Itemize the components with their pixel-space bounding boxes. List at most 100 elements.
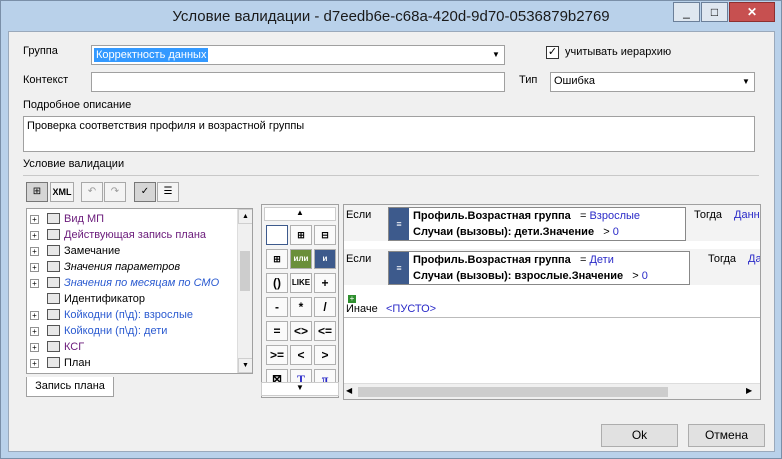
table-icon bbox=[47, 357, 60, 368]
tree-item[interactable]: Идентификатор bbox=[27, 291, 239, 307]
operator-button[interactable]: < bbox=[290, 345, 312, 365]
type-combobox[interactable]: Ошибка ▼ bbox=[550, 72, 755, 92]
list-icon[interactable]: ☰ bbox=[157, 182, 179, 202]
context-input[interactable] bbox=[91, 72, 505, 92]
condition-block-icon[interactable] bbox=[266, 225, 288, 245]
operator-button[interactable]: <> bbox=[290, 321, 312, 341]
description-textarea[interactable]: Проверка соответствия профиля и возрастн… bbox=[23, 116, 755, 152]
operator-button[interactable]: <= bbox=[314, 321, 336, 341]
operator-button[interactable]: + bbox=[314, 273, 336, 293]
tree-item[interactable]: + Значения по месяцам по СМО bbox=[27, 275, 239, 291]
table-icon bbox=[47, 213, 60, 224]
window-title: Условие валидации - d7eedb6e-c68a-420d-9… bbox=[172, 8, 610, 25]
expand-icon[interactable]: + bbox=[30, 359, 39, 368]
title-bar[interactable]: Условие валидации - d7eedb6e-c68a-420d-9… bbox=[1, 1, 781, 31]
chevron-down-icon[interactable]: ▼ bbox=[488, 46, 504, 64]
then-value[interactable]: Данн bbox=[734, 209, 760, 221]
check-syntax-icon[interactable]: ✓ bbox=[134, 182, 156, 202]
and-button[interactable]: и bbox=[314, 249, 336, 269]
condition-line[interactable]: Профиль.Возрастная группа = Дети bbox=[413, 252, 614, 268]
condition-block[interactable]: ≡ Профиль.Возрастная группа = Дети Случаи … bbox=[388, 251, 690, 285]
scroll-thumb[interactable] bbox=[358, 387, 668, 397]
operator-button[interactable]: > bbox=[314, 345, 336, 365]
hierarchy-checkbox[interactable]: ✓ bbox=[546, 46, 559, 59]
expand-icon[interactable]: + bbox=[30, 327, 39, 336]
ok-button[interactable]: Ok bbox=[601, 424, 678, 447]
tree-item[interactable]: + КСГ bbox=[27, 339, 239, 355]
condition-line[interactable]: Случаи (вызовы): дети.Значение > 0 bbox=[413, 224, 619, 240]
tree-item[interactable]: + Вид МП bbox=[27, 211, 239, 227]
tree-item[interactable]: + Действующая запись плана bbox=[27, 227, 239, 243]
tree-item[interactable]: + Койкодни (п\д): взрослые bbox=[27, 307, 239, 323]
operator-button[interactable]: / bbox=[314, 297, 336, 317]
maximize-button[interactable]: □ bbox=[701, 2, 728, 22]
scroll-down-icon[interactable]: ▼ bbox=[238, 358, 252, 373]
tree-item[interactable]: + План bbox=[27, 355, 239, 371]
scroll-up-icon[interactable]: ▲ bbox=[238, 209, 252, 224]
undo-icon[interactable]: ↶ bbox=[81, 182, 103, 202]
palette-scroll-down-icon[interactable]: ▼ bbox=[261, 382, 339, 396]
close-button[interactable]: ✕ bbox=[729, 2, 775, 22]
expand-icon[interactable]: + bbox=[30, 247, 39, 256]
description-text: Проверка соответствия профиля и возрастн… bbox=[27, 120, 305, 132]
tree-item[interactable]: + Значения параметров bbox=[27, 259, 239, 275]
redo-icon[interactable]: ↷ bbox=[104, 182, 126, 202]
tree-item-label: КСГ bbox=[64, 341, 85, 353]
add-rule-icon[interactable]: + bbox=[348, 295, 356, 303]
chevron-down-icon[interactable]: ▼ bbox=[738, 73, 754, 91]
minimize-button[interactable]: _ bbox=[673, 2, 700, 22]
condition-editor[interactable]: Если ≡ Профиль.Возрастная группа = Взрослы… bbox=[343, 204, 761, 400]
table-icon bbox=[47, 325, 60, 336]
scroll-right-icon[interactable]: ▶ bbox=[746, 386, 752, 395]
expand-icon[interactable]: + bbox=[30, 231, 39, 240]
field-ref: Случаи (вызовы): взрослые.Значение bbox=[413, 270, 624, 282]
condition-line[interactable]: Случаи (вызовы): взрослые.Значение > 0 bbox=[413, 268, 648, 284]
scroll-thumb[interactable] bbox=[240, 251, 250, 291]
scroll-left-icon[interactable]: ◀ bbox=[346, 386, 352, 395]
insert-func-icon[interactable]: ⊞ bbox=[266, 249, 288, 269]
condition-block[interactable]: ≡ Профиль.Возрастная группа = Взрослые Слу… bbox=[388, 207, 686, 241]
group-value: Корректность данных bbox=[94, 48, 209, 62]
xml-button[interactable]: XML bbox=[50, 182, 74, 202]
operator-button[interactable]: >= bbox=[266, 345, 288, 365]
dialog-body: Группа Корректность данных ▼ ✓ учитывать… bbox=[8, 31, 775, 452]
expand-icon[interactable]: + bbox=[30, 279, 39, 288]
expand-icon[interactable]: + bbox=[30, 263, 39, 272]
condition-line[interactable]: Профиль.Возрастная группа = Взрослые bbox=[413, 208, 640, 224]
palette-scroll-up-icon[interactable]: ▲ bbox=[264, 207, 336, 221]
table-icon bbox=[47, 229, 60, 240]
group-label: Группа bbox=[23, 45, 58, 57]
then-label: Тогда bbox=[708, 253, 737, 265]
field-ref: Профиль.Возрастная группа bbox=[413, 254, 571, 266]
expand-icon[interactable]: + bbox=[30, 311, 39, 320]
then-value[interactable]: Да bbox=[748, 253, 760, 265]
operator-button[interactable]: - bbox=[266, 297, 288, 317]
description-label: Подробное описание bbox=[23, 99, 132, 111]
tree-item-label: Значения по месяцам по СМО bbox=[64, 277, 220, 289]
tree-view-icon[interactable]: ⊞ bbox=[26, 182, 48, 202]
table-icon bbox=[47, 341, 60, 352]
tree-item-label: Идентификатор bbox=[64, 293, 145, 305]
operator-button[interactable]: * bbox=[290, 297, 312, 317]
operator-button[interactable]: LIKE bbox=[290, 273, 312, 293]
field-tree[interactable]: + Вид МП + Действующая запись плана + Замечан… bbox=[26, 208, 253, 374]
group-combobox[interactable]: Корректность данных ▼ bbox=[91, 45, 505, 65]
editor-hscrollbar[interactable]: ◀ ▶ bbox=[344, 383, 760, 399]
and-block-icon: ≡ bbox=[389, 252, 409, 284]
value: Взрослые bbox=[589, 210, 641, 222]
or-button[interactable]: или bbox=[290, 249, 312, 269]
tree-item[interactable]: + Койкодни (п\д): дети bbox=[27, 323, 239, 339]
else-value[interactable]: <ПУСТО> bbox=[386, 303, 436, 315]
tree-scrollbar[interactable]: ▲ ▼ bbox=[237, 209, 252, 373]
expand-icon[interactable]: + bbox=[30, 343, 39, 352]
operator-button[interactable]: () bbox=[266, 273, 288, 293]
tree-item-label: План bbox=[64, 357, 91, 369]
tab-plan-record[interactable]: Запись плана bbox=[26, 377, 114, 397]
insert-field-icon[interactable]: ⊞ bbox=[290, 225, 312, 245]
field-ref: Случаи (вызовы): дети.Значение bbox=[413, 226, 595, 238]
tree-item[interactable]: + Замечание bbox=[27, 243, 239, 259]
expand-icon[interactable]: + bbox=[30, 215, 39, 224]
insert-list-icon[interactable]: ⊟ bbox=[314, 225, 336, 245]
operator-button[interactable]: = bbox=[266, 321, 288, 341]
cancel-button[interactable]: Отмена bbox=[688, 424, 765, 447]
